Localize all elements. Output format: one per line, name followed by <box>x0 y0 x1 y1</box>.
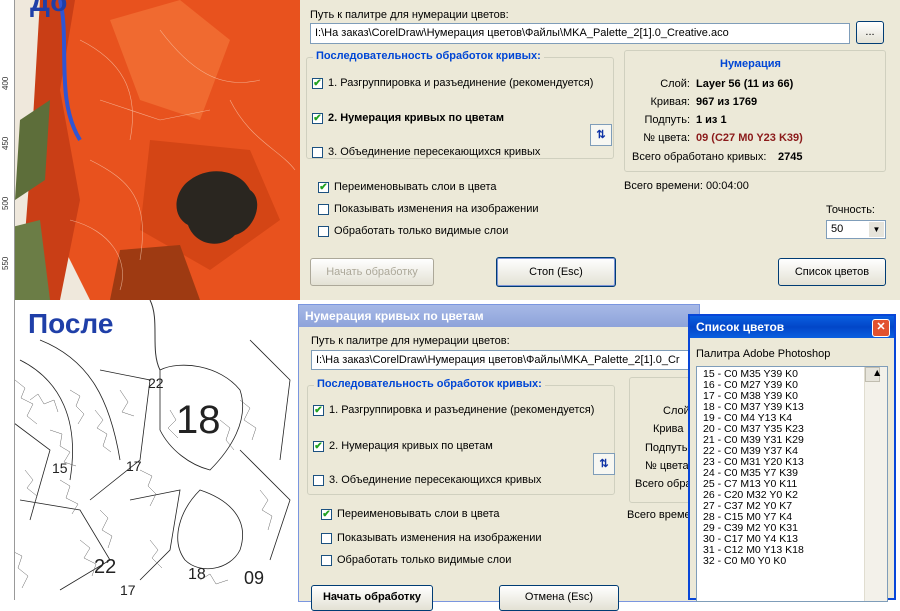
elapsed-time-label: Всего време <box>627 509 691 521</box>
curve-value: 967 из 1769 <box>696 96 758 108</box>
region-number: 22 <box>94 556 117 578</box>
rename-layers-checkbox[interactable]: ✔ <box>321 509 332 520</box>
step2-checkbox[interactable]: ✔ <box>313 441 324 452</box>
subpath-value: 1 из 1 <box>696 114 727 126</box>
layer-key: Слой: <box>660 78 690 90</box>
curve-key: Крива <box>653 423 684 435</box>
numbering-dialog-running: Путь к палитре для нумерации цветов: I:\… <box>300 0 900 300</box>
color-number-key: № цвета: <box>643 132 690 144</box>
rename-layers-label: Переименовывать слои в цвета <box>337 508 500 520</box>
palette-path-label: Путь к палитре для нумерации цветов: <box>311 335 510 347</box>
numbered-outline-artwork <box>0 300 300 600</box>
color-number-value: 09 (C27 M0 Y23 K39) <box>696 132 803 144</box>
sequence-group: Последовательность обработок кривых: <box>306 50 614 159</box>
region-number: 17 <box>126 458 142 474</box>
step2-label: 2. Нумерация кривых по цветам <box>328 112 504 124</box>
visible-only-checkbox[interactable] <box>321 555 332 566</box>
step3-checkbox[interactable] <box>312 147 323 158</box>
before-image: 400 450 500 550 До <box>0 0 300 300</box>
after-image: После 18 22 22 15 17 09 18 17 <box>0 300 300 600</box>
show-changes-checkbox[interactable] <box>318 204 329 215</box>
subpath-key: Подпуть: <box>644 114 690 126</box>
total-curves-key: Всего обра <box>635 478 692 490</box>
cancel-button[interactable]: Отмена (Esc) <box>499 585 619 611</box>
color-number-key: № цвета <box>645 460 689 472</box>
elapsed-time-value: 00:04:00 <box>706 180 749 192</box>
numbering-dialog-window: Нумерация кривых по цветам Путь к палитр… <box>298 304 709 611</box>
list-scrollbar[interactable]: ▲ <box>864 367 887 601</box>
layer-key: Слой <box>663 405 690 417</box>
step1-checkbox[interactable]: ✔ <box>312 78 323 89</box>
region-number: 15 <box>52 460 68 476</box>
swap-order-icon[interactable]: ⇅ <box>590 124 612 146</box>
swap-order-icon[interactable]: ⇅ <box>593 453 615 475</box>
close-icon[interactable]: ✕ <box>872 319 890 337</box>
sequence-group-title: Последовательность обработок кривых: <box>314 378 545 390</box>
step2-checkbox[interactable]: ✔ <box>312 113 323 124</box>
precision-label: Точность: <box>826 204 875 216</box>
stop-button[interactable]: Стоп (Esc) <box>496 257 616 287</box>
color-list-button[interactable]: Список цветов <box>778 258 886 286</box>
rename-layers-checkbox[interactable]: ✔ <box>318 182 329 193</box>
start-processing-button[interactable]: Начать обработку <box>310 258 434 286</box>
region-number: 22 <box>148 375 164 391</box>
total-curves-value: 2745 <box>778 151 803 163</box>
list-item[interactable]: 32 - C0 M0 Y0 K0 <box>697 556 887 567</box>
palette-path-input[interactable]: I:\На заказ\CorelDraw\Нумерация цветов\Ф… <box>310 23 850 44</box>
elapsed-time-label: Всего времени: <box>624 180 703 192</box>
poppy-artwork <box>0 0 300 300</box>
precision-select[interactable]: 50 ▼ <box>826 220 886 239</box>
chevron-down-icon[interactable]: ▼ <box>869 222 884 237</box>
browse-button[interactable]: ... <box>856 21 884 44</box>
step3-label: 3. Объединение пересекающихся кривых <box>328 146 541 158</box>
region-number: 17 <box>120 582 136 598</box>
vertical-ruler-after <box>0 300 15 600</box>
rename-layers-label: Переименовывать слои в цвета <box>334 181 497 193</box>
palette-path-label: Путь к палитре для нумерации цветов: <box>310 9 509 21</box>
visible-only-checkbox[interactable] <box>318 226 329 237</box>
step1-label: 1. Разгруппировка и разъединение (рекоме… <box>328 77 594 89</box>
step1-label: 1. Разгруппировка и разъединение (рекоме… <box>329 404 595 416</box>
show-changes-label: Показывать изменения на изображении <box>334 203 539 215</box>
total-curves-key: Всего обработано кривых: <box>632 151 767 163</box>
color-listbox[interactable]: 15 - C0 M35 Y39 K0 16 - C0 M27 Y39 K0 17… <box>696 366 888 602</box>
before-label: До <box>30 0 68 17</box>
vertical-ruler: 400 450 500 550 <box>0 0 15 300</box>
start-processing-button[interactable]: Начать обработку <box>311 585 433 611</box>
after-label: После <box>28 308 114 339</box>
step3-checkbox[interactable] <box>313 475 324 486</box>
color-list-window: Список цветов ✕ Палитра Adobe Photoshop … <box>688 314 896 602</box>
show-changes-checkbox[interactable] <box>321 533 332 544</box>
palette-name-label: Палитра Adobe Photoshop <box>696 348 831 360</box>
palette-path-input[interactable]: I:\На заказ\CorelDraw\Нумерация цветов\Ф… <box>311 350 701 370</box>
show-changes-label: Показывать изменения на изображении <box>337 532 542 544</box>
scroll-up-icon[interactable]: ▲ <box>865 367 882 382</box>
sequence-group-title: Последовательность обработок кривых: <box>313 50 544 62</box>
visible-only-label: Обработать только видимые слои <box>337 554 512 566</box>
step2-label: 2. Нумерация кривых по цветам <box>329 440 493 452</box>
region-number: 18 <box>188 566 206 583</box>
visible-only-label: Обработать только видимые слои <box>334 225 509 237</box>
subpath-key: Подпуть <box>645 442 688 454</box>
numbering-title: Нумерация <box>720 58 781 70</box>
step1-checkbox[interactable]: ✔ <box>313 405 324 416</box>
region-number: 18 <box>176 398 221 442</box>
step3-label: 3. Объединение пересекающихся кривых <box>329 474 542 486</box>
dialog-titlebar[interactable]: Нумерация кривых по цветам <box>299 305 699 327</box>
color-list-titlebar[interactable]: Список цветов <box>690 316 894 338</box>
layer-value: Layer 56 (11 из 66) <box>696 78 794 90</box>
curve-key: Кривая: <box>650 96 690 108</box>
region-number: 09 <box>244 568 265 588</box>
